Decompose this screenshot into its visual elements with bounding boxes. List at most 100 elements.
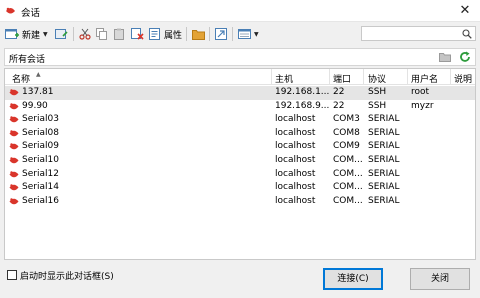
new-folder-button[interactable] [55, 26, 68, 42]
column-header-host[interactable]: 主机 [275, 72, 293, 85]
open-folder-icon [192, 29, 205, 40]
folder-up-icon[interactable] [439, 52, 451, 62]
column-divider[interactable] [271, 69, 272, 84]
column-divider[interactable] [363, 69, 364, 84]
session-icon [9, 143, 19, 150]
session-host: localhost [275, 114, 316, 125]
session-host: localhost [275, 141, 316, 152]
session-port: COM9 [333, 141, 360, 152]
new-session-button[interactable]: 新建 ▼ [5, 26, 48, 42]
session-port: COM... [333, 168, 363, 179]
session-list[interactable]: 名称 ▲ 主机 端口 协议 用户名 说明 137.81 192.168.1... 2… [4, 68, 476, 260]
column-divider[interactable] [450, 69, 451, 84]
table-row[interactable]: Serial09 localhost COM9 SERIAL [5, 140, 475, 154]
session-name: 137.81 [22, 87, 54, 97]
session-name: Serial03 [22, 114, 59, 125]
table-header: 名称 ▲ 主机 端口 协议 用户名 说明 [5, 69, 475, 85]
session-port: COM3 [333, 114, 360, 125]
view-icon [238, 29, 251, 39]
table-row[interactable]: Serial10 localhost COM... SERIAL [5, 154, 475, 168]
session-port: COM... [333, 195, 363, 206]
table-row[interactable]: Serial16 localhost COM... SERIAL [5, 195, 475, 209]
close-button[interactable]: 关闭 [410, 268, 470, 290]
toolbar-separator [186, 27, 187, 41]
xshell-logo-icon [6, 7, 15, 14]
session-protocol: SERIAL [368, 182, 400, 193]
session-name: 99.90 [22, 100, 48, 111]
view-mode-button[interactable]: ▼ [238, 26, 259, 42]
session-protocol: SSH [368, 100, 387, 111]
new-session-label: 新建 [22, 30, 41, 41]
show-on-startup-checkbox[interactable] [7, 270, 17, 280]
session-icon [9, 102, 19, 109]
session-icon [9, 157, 19, 164]
session-icon [9, 198, 19, 205]
session-icon [9, 170, 19, 177]
session-name: Serial08 [22, 127, 59, 138]
session-port: 22 [333, 100, 345, 111]
session-name: Serial10 [22, 155, 59, 165]
search-input[interactable] [361, 26, 476, 41]
show-on-startup-label[interactable]: 启动时显示此对话框(S) [20, 269, 114, 282]
column-header-description[interactable]: 说明 [454, 72, 472, 85]
session-username: root [411, 87, 430, 97]
properties-button[interactable]: 属性 [149, 26, 182, 42]
table-row[interactable]: 137.81 192.168.1... 22 SSH root [5, 86, 475, 100]
copy-button[interactable] [96, 26, 108, 42]
session-icon [9, 184, 19, 191]
column-header-username[interactable]: 用户名 [411, 72, 438, 85]
toolbar-separator [232, 27, 233, 41]
session-host: localhost [275, 168, 316, 179]
session-protocol: SERIAL [368, 141, 400, 152]
session-host: 192.168.1... [275, 87, 330, 97]
table-row[interactable]: Serial12 localhost COM... SERIAL [5, 168, 475, 182]
session-protocol: SERIAL [368, 168, 400, 179]
session-protocol: SERIAL [368, 195, 400, 206]
new-session-icon [5, 29, 19, 39]
session-icon [9, 89, 19, 96]
session-protocol: SERIAL [368, 114, 400, 125]
session-port: 22 [333, 87, 345, 97]
toolbar-separator [73, 27, 74, 41]
delete-icon [131, 28, 144, 40]
table-row[interactable]: 99.90 192.168.9... 22 SSH myzr [5, 100, 475, 114]
session-host: localhost [275, 155, 316, 165]
session-protocol: SSH [368, 87, 387, 97]
current-path: 所有会话 [9, 55, 46, 65]
export-icon [215, 28, 227, 40]
export-button[interactable] [215, 26, 227, 42]
connect-button[interactable]: 连接(C) [323, 268, 383, 290]
paste-icon [114, 28, 124, 40]
table-row[interactable]: Serial03 localhost COM3 SERIAL [5, 113, 475, 127]
delete-button[interactable] [131, 26, 144, 42]
session-name: Serial09 [22, 141, 59, 152]
session-host: localhost [275, 127, 316, 138]
session-port: COM... [333, 182, 363, 193]
session-name: Serial14 [22, 182, 59, 193]
table-row[interactable]: Serial14 localhost COM... SERIAL [5, 181, 475, 195]
column-divider[interactable] [407, 69, 408, 84]
column-header-protocol[interactable]: 协议 [368, 72, 386, 85]
properties-icon [149, 28, 160, 40]
session-host: localhost [275, 182, 316, 193]
cut-icon [79, 28, 91, 40]
session-port: COM8 [333, 127, 360, 138]
chevron-down-icon[interactable]: ▼ [43, 31, 48, 38]
table-row[interactable]: Serial08 localhost COM8 SERIAL [5, 127, 475, 141]
toolbar-separator [209, 27, 210, 41]
refresh-icon[interactable] [459, 51, 471, 63]
cut-button[interactable] [79, 26, 91, 42]
session-host: localhost [275, 195, 316, 206]
close-window-button[interactable]: ✕ [456, 2, 474, 20]
column-divider[interactable] [329, 69, 330, 84]
paste-button[interactable] [113, 26, 125, 42]
chevron-down-icon[interactable]: ▼ [254, 31, 259, 38]
open-folder-button[interactable] [192, 26, 205, 42]
column-header-name[interactable]: 名称 [12, 72, 30, 85]
column-header-port[interactable]: 端口 [333, 72, 351, 85]
session-username: myzr [411, 100, 434, 111]
session-icon [9, 130, 19, 137]
properties-label: 属性 [164, 30, 183, 41]
title-bar: 会话 ✕ [0, 0, 480, 22]
session-protocol: SERIAL [368, 127, 400, 138]
